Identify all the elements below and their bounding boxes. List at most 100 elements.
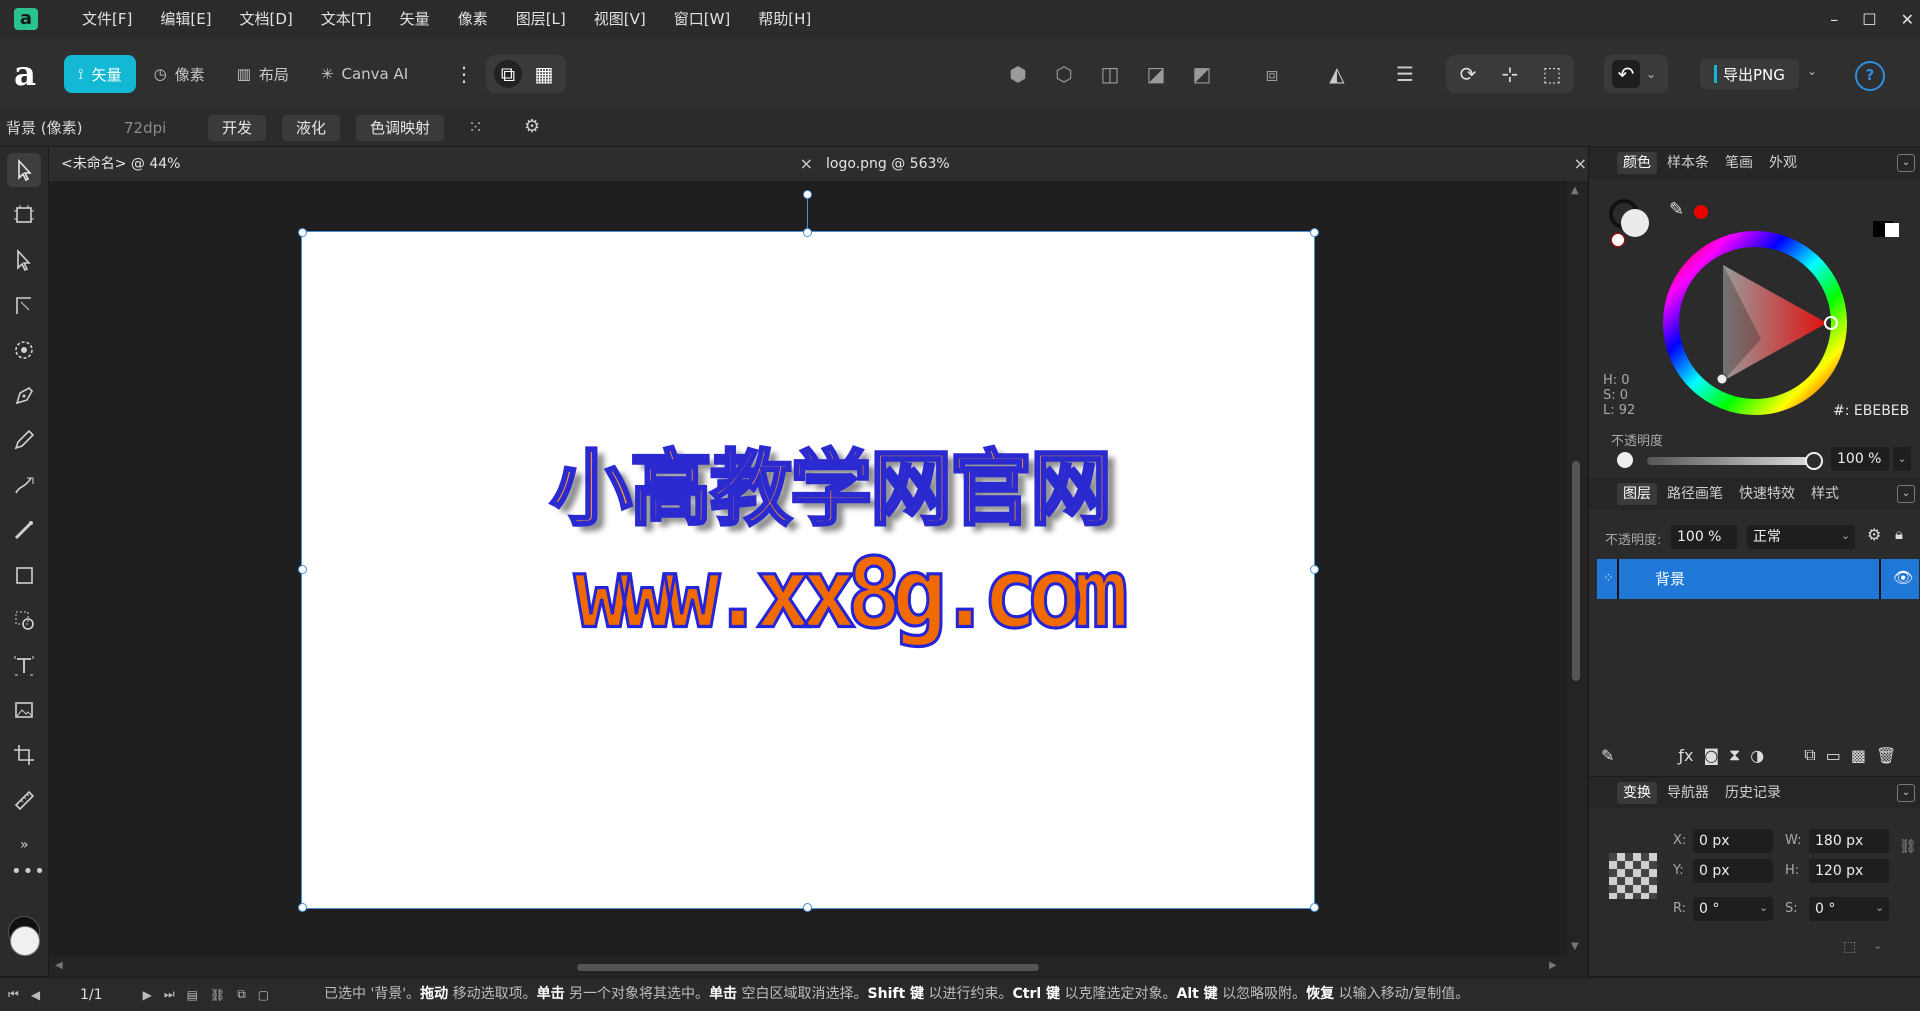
tab-appearance[interactable]: 外观 — [1763, 147, 1803, 179]
page-link-icon[interactable]: ⛓︎ — [210, 988, 225, 1002]
delete-layer-icon[interactable]: 🗑︎ — [1876, 746, 1896, 765]
grid-view-icon[interactable]: ▦ — [530, 60, 558, 88]
flip-horizontal-icon[interactable]: ◭ — [1323, 60, 1351, 88]
shape-builder-tool[interactable] — [7, 603, 41, 637]
fill-well[interactable] — [1621, 209, 1649, 237]
width-input[interactable]: 180 px — [1809, 829, 1889, 853]
rotation-handle[interactable] — [803, 190, 812, 199]
tab-layers[interactable]: 图层 — [1617, 483, 1657, 505]
panel-collapse-icon[interactable]: ⌄ — [1897, 784, 1915, 802]
image-tool[interactable] — [7, 693, 41, 727]
close-window-button[interactable]: ✕ — [1901, 10, 1914, 29]
fx-icon[interactable]: ƒx — [1678, 746, 1693, 765]
tab-swatches[interactable]: 样本条 — [1661, 147, 1715, 179]
fill-tool[interactable] — [7, 513, 41, 547]
horizontal-scroll-thumb[interactable] — [577, 964, 1039, 971]
menu-vector[interactable]: 矢量 — [386, 0, 444, 38]
align-icon[interactable]: ☰ — [1391, 60, 1419, 88]
minimize-button[interactable]: – — [1830, 10, 1838, 29]
transform-origin-icon[interactable]: ⬚ — [1843, 939, 1856, 955]
pen-tool[interactable] — [7, 378, 41, 412]
measure-tool[interactable] — [7, 783, 41, 817]
hex-value[interactable]: #: EBEBEB — [1833, 403, 1909, 419]
vertical-scrollbar[interactable]: ▲ ▼ — [1567, 181, 1587, 957]
opacity-slider-thumb[interactable] — [1805, 452, 1823, 470]
duplicate-layer-icon[interactable]: ⧉ — [1804, 745, 1815, 765]
selection-brush-tool[interactable] — [7, 333, 41, 367]
scroll-down-icon[interactable]: ▼ — [1571, 941, 1579, 952]
close-tab-icon[interactable]: × — [800, 147, 813, 181]
resize-handle-tl[interactable] — [298, 228, 307, 237]
move-tool[interactable] — [7, 153, 41, 187]
tab-navigator[interactable]: 导航器 — [1661, 777, 1715, 809]
transform-shapes-icon[interactable]: ⧈ — [1258, 60, 1286, 88]
last-page-icon[interactable]: ⏭ — [164, 987, 175, 1002]
pixel-layer-icon[interactable]: ▩ — [1851, 746, 1866, 765]
dpi-value[interactable]: 72dpi — [124, 110, 166, 146]
layer-opacity-input[interactable]: 100 % — [1671, 525, 1737, 549]
scroll-left-icon[interactable]: ◀ — [55, 960, 63, 971]
help-icon[interactable]: ? — [1855, 61, 1885, 91]
resize-handle-r[interactable] — [1310, 565, 1319, 574]
page-list-icon[interactable]: ▤ — [187, 988, 198, 1002]
x-input[interactable]: 0 px — [1693, 829, 1773, 853]
tab-styles[interactable]: 样式 — [1805, 478, 1845, 510]
grid-select-icon[interactable]: ⁙ — [468, 117, 490, 139]
layer-row-background[interactable]: ⁘ 背景 👁︎ — [1597, 559, 1919, 599]
text-tool[interactable] — [7, 648, 41, 682]
more-options-icon[interactable]: ⋮ — [450, 60, 478, 88]
scroll-right-icon[interactable]: ▶ — [1549, 960, 1557, 971]
visibility-eye-icon[interactable]: 👁︎ — [1893, 568, 1913, 587]
horizontal-scrollbar[interactable]: ◀ ▶ — [49, 957, 1587, 977]
vector-brush-tool[interactable] — [7, 468, 41, 502]
close-tab-icon[interactable]: × — [1574, 147, 1587, 181]
menu-help[interactable]: 帮助[H] — [744, 0, 825, 38]
rectangle-tool[interactable] — [7, 558, 41, 592]
tab-quick-fx[interactable]: 快速特效 — [1733, 478, 1801, 510]
tab-stroke[interactable]: 笔画 — [1719, 147, 1759, 179]
panel-collapse-icon[interactable]: ⌄ — [1897, 485, 1915, 503]
export-options-chevron-icon[interactable]: ⌄ — [1807, 64, 1817, 78]
add-group-icon[interactable]: ▭ — [1826, 746, 1841, 765]
resize-handle-t[interactable] — [803, 228, 812, 237]
menu-window[interactable]: 窗口[W] — [660, 0, 745, 38]
tab-untitled[interactable]: <未命名> @ 44% × — [49, 147, 826, 181]
fill-color-swatch[interactable] — [10, 926, 40, 956]
artboard-tool[interactable] — [7, 198, 41, 232]
no-color-icon[interactable] — [1611, 233, 1625, 247]
resize-handle-br[interactable] — [1310, 903, 1319, 912]
develop-button[interactable]: 开发 — [208, 115, 267, 141]
page-spread-icon[interactable]: ▢ — [258, 988, 269, 1002]
artboard-icon[interactable]: ⬚ — [1538, 60, 1566, 88]
node-edit-icon[interactable]: ⊹ — [1496, 60, 1524, 88]
tab-color[interactable]: 颜色 — [1617, 152, 1657, 174]
corner-tool[interactable] — [7, 288, 41, 322]
page-copy-icon[interactable]: ⧉ — [237, 987, 246, 1002]
menu-pixel[interactable]: 像素 — [444, 0, 502, 38]
add-shapes-icon[interactable]: ⬢ — [1004, 60, 1032, 88]
live-filter-icon[interactable]: ◑ — [1750, 746, 1764, 765]
scroll-up-icon[interactable]: ▲ — [1571, 185, 1579, 196]
resize-handle-b[interactable] — [803, 903, 812, 912]
crop-tool[interactable] — [7, 738, 41, 772]
link-aspect-icon[interactable]: ⛓︎ — [1899, 839, 1917, 855]
persona-pixel-button[interactable]: ◷ 像素 — [140, 55, 219, 93]
menu-file[interactable]: 文件[F] — [68, 0, 146, 38]
color-wheel[interactable] — [1661, 229, 1849, 417]
more-tools-icon[interactable]: ••• — [11, 861, 46, 882]
eyedropper-icon[interactable]: ✎ — [1669, 199, 1684, 220]
transform-options-chevron-icon[interactable]: ⌄ — [1873, 939, 1882, 952]
shear-dropdown-icon[interactable]: ⌄ — [1875, 901, 1884, 914]
menu-layer[interactable]: 图层[L] — [502, 0, 580, 38]
resize-handle-l[interactable] — [298, 565, 307, 574]
magnet-icon[interactable]: ↶ — [1612, 60, 1640, 88]
layer-settings-gear-icon[interactable]: ⚙ — [1867, 525, 1881, 544]
divide-shapes-icon[interactable]: ◩ — [1188, 60, 1216, 88]
tab-path-brush[interactable]: 路径画笔 — [1661, 478, 1729, 510]
lock-icon[interactable]: 🔒︎ — [1895, 525, 1903, 543]
opacity-input[interactable]: 100 % — [1831, 447, 1889, 471]
expand-tools-icon[interactable]: » — [20, 837, 29, 853]
intersect-shapes-icon[interactable]: ◫ — [1096, 60, 1124, 88]
mask-icon[interactable]: ◙ — [1704, 746, 1720, 765]
chevron-down-icon[interactable]: ⌄ — [1642, 60, 1660, 88]
